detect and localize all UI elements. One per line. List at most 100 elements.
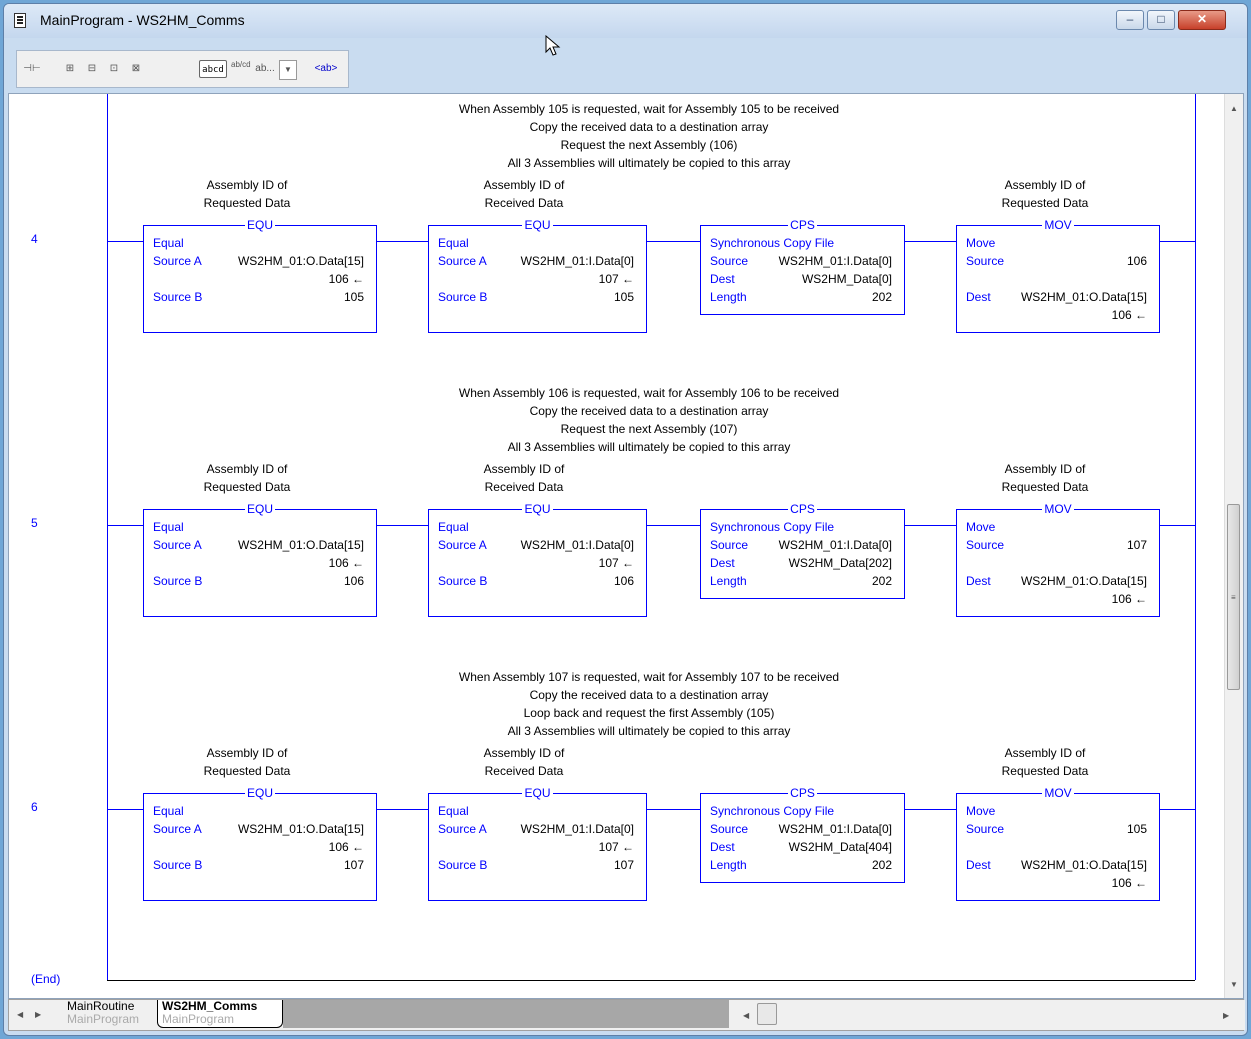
rung-wire [647, 525, 701, 526]
left-power-rail [107, 94, 108, 980]
mov-block[interactable]: MOV Move Source 106 Dest WS2HM_01:O.Data… [956, 218, 1160, 333]
rung-comment-line: All 3 Assemblies will ultimately be copi… [507, 156, 791, 170]
source-label: Source [710, 538, 749, 552]
tab-mainroutine[interactable]: MainRoutine MainProgram [63, 1000, 157, 1028]
tab-scroll-right-icon[interactable]: ▶ [35, 1010, 41, 1019]
verify-routine-icon[interactable]: ⊣⊢ [23, 60, 41, 78]
rung-wire [1159, 241, 1195, 242]
source-b-value[interactable]: 106 [614, 572, 634, 590]
dest-tag[interactable]: WS2HM_01:O.Data[15] [1021, 856, 1147, 874]
maximize-button[interactable]: □ [1147, 10, 1175, 30]
assemble-edits-icon[interactable]: ⊠ [127, 60, 145, 78]
source-b-value[interactable]: 105 [614, 288, 634, 306]
scroll-left-icon[interactable]: ◀ [743, 1011, 749, 1020]
title-bar[interactable]: MainProgram - WS2HM_Comms – □ ✕ [4, 4, 1247, 38]
instruction-mnemonic: EQU [244, 218, 275, 232]
rung-comment-line: Copy the received data to a destination … [529, 404, 769, 418]
equ-received-block[interactable]: EQU Equal Source A WS2HM_01:I.Data[0] 10… [428, 786, 647, 901]
rung-wire [905, 809, 957, 810]
scroll-down-icon[interactable]: ▼ [1230, 980, 1238, 989]
dest-label: Dest [966, 858, 991, 872]
dest-tag[interactable]: WS2HM_Data[404] [789, 838, 892, 856]
ladder-editor[interactable]: When Assembly 105 is requested, wait for… [8, 93, 1244, 999]
rung-number[interactable]: 5 [31, 516, 38, 530]
horizontal-scroll-thumb[interactable] [757, 1003, 777, 1025]
tab-scroll-left-icon[interactable]: ◀ [17, 1010, 23, 1019]
equ-requested-block[interactable]: EQU Equal Source A WS2HM_01:O.Data[15] 1… [143, 502, 377, 617]
wrap-text-icon[interactable]: ab/cd [231, 60, 251, 78]
source-value[interactable]: 105 [1127, 820, 1147, 838]
dest-tag[interactable]: WS2HM_01:O.Data[15] [1021, 288, 1147, 306]
vertical-scrollbar[interactable]: ▲ ≡ ▼ [1224, 94, 1243, 998]
ladder-toolbar: ⊣⊢ ⊞ ⊟ ⊡ ⊠ abcd ab/cd ab... ▼ <ab> [16, 50, 349, 88]
source-a-value: 106 ← [328, 840, 364, 854]
close-button[interactable]: ✕ [1178, 10, 1226, 30]
length-value[interactable]: 202 [872, 856, 892, 874]
rung-number[interactable]: 6 [31, 800, 38, 814]
source-a-label: Source A [438, 822, 487, 836]
end-marker: (End) [31, 972, 61, 986]
source-b-value[interactable]: 106 [344, 572, 364, 590]
horizontal-scrollbar[interactable]: ◀ ▶ [737, 1000, 1245, 1030]
source-b-value[interactable]: 107 [344, 856, 364, 874]
source-value[interactable]: 107 [1127, 536, 1147, 554]
cps-block[interactable]: CPS Synchronous Copy File Source WS2HM_0… [700, 218, 905, 315]
dest-label: Dest [966, 290, 991, 304]
scroll-right-icon[interactable]: ▶ [1223, 1011, 1229, 1020]
text-mode-dropdown[interactable]: ▼ [279, 60, 297, 80]
mov-block[interactable]: MOV Move Source 107 Dest WS2HM_01:O.Data… [956, 502, 1160, 617]
source-label: Source [710, 822, 749, 836]
source-b-value[interactable]: 107 [614, 856, 634, 874]
equ-requested-block[interactable]: EQU Equal Source A WS2HM_01:O.Data[15] 1… [143, 218, 377, 333]
cps-block[interactable]: CPS Synchronous Copy File Source WS2HM_0… [700, 786, 905, 883]
accept-edits-icon[interactable]: ⊟ [83, 60, 101, 78]
dest-tag[interactable]: WS2HM_Data[0] [802, 270, 892, 288]
equ-received-block[interactable]: EQU Equal Source A WS2HM_01:I.Data[0] 10… [428, 502, 647, 617]
source-a-value: 106 ← [328, 272, 364, 286]
source-tag[interactable]: WS2HM_01:I.Data[0] [779, 536, 892, 554]
rung-wire [905, 241, 957, 242]
source-tag[interactable]: WS2HM_01:I.Data[0] [779, 820, 892, 838]
tab-ws2hm-comms[interactable]: WS2HM_Comms MainProgram [157, 1000, 283, 1028]
source-value[interactable]: 106 [1127, 252, 1147, 270]
source-b-value[interactable]: 105 [344, 288, 364, 306]
scroll-up-icon[interactable]: ▲ [1230, 104, 1238, 113]
tag-name-icon[interactable]: <ab> [313, 60, 339, 78]
source-a-tag[interactable]: WS2HM_01:I.Data[0] [521, 820, 634, 838]
source-a-tag[interactable]: WS2HM_01:I.Data[0] [521, 252, 634, 270]
start-pending-edits-icon[interactable]: ⊞ [61, 60, 79, 78]
rung-wire [377, 525, 429, 526]
instruction-name: Equal [438, 236, 469, 250]
source-tag[interactable]: WS2HM_01:I.Data[0] [779, 252, 892, 270]
source-a-tag[interactable]: WS2HM_01:O.Data[15] [238, 820, 364, 838]
truncate-text-icon[interactable]: ab... [253, 60, 277, 78]
mov-block[interactable]: MOV Move Source 105 Dest WS2HM_01:O.Data… [956, 786, 1160, 901]
minimize-button[interactable]: – [1116, 10, 1144, 30]
source-a-tag[interactable]: WS2HM_01:O.Data[15] [238, 536, 364, 554]
instruction-name: Move [966, 236, 996, 250]
dest-tag[interactable]: WS2HM_Data[202] [789, 554, 892, 572]
dest-tag[interactable]: WS2HM_01:O.Data[15] [1021, 572, 1147, 590]
show-descriptions-button[interactable]: abcd [199, 60, 227, 78]
equ-requested-block[interactable]: EQU Equal Source A WS2HM_01:O.Data[15] 1… [143, 786, 377, 901]
source-a-label: Source A [153, 538, 202, 552]
tab-sublabel: MainProgram [162, 1012, 235, 1026]
rung-comment-line: When Assembly 107 is requested, wait for… [458, 670, 840, 684]
source-a-tag[interactable]: WS2HM_01:I.Data[0] [521, 536, 634, 554]
equ-received-block[interactable]: EQU Equal Source A WS2HM_01:I.Data[0] 10… [428, 218, 647, 333]
source-a-tag[interactable]: WS2HM_01:O.Data[15] [238, 252, 364, 270]
rung-wire [377, 241, 429, 242]
length-value[interactable]: 202 [872, 288, 892, 306]
vertical-scroll-thumb[interactable]: ≡ [1227, 504, 1240, 690]
rung-comment-line: When Assembly 106 is requested, wait for… [458, 386, 840, 400]
instruction-mnemonic: EQU [522, 218, 553, 232]
test-edits-icon[interactable]: ⊡ [105, 60, 123, 78]
source-a-label: Source A [153, 254, 202, 268]
rung-wire [647, 241, 701, 242]
end-rung-line [107, 980, 1195, 981]
rung-number[interactable]: 4 [31, 232, 38, 246]
length-value[interactable]: 202 [872, 572, 892, 590]
cps-block[interactable]: CPS Synchronous Copy File Source WS2HM_0… [700, 502, 905, 599]
operand-description: Received Data [484, 196, 564, 210]
operand-description: Requested Data [203, 764, 291, 778]
